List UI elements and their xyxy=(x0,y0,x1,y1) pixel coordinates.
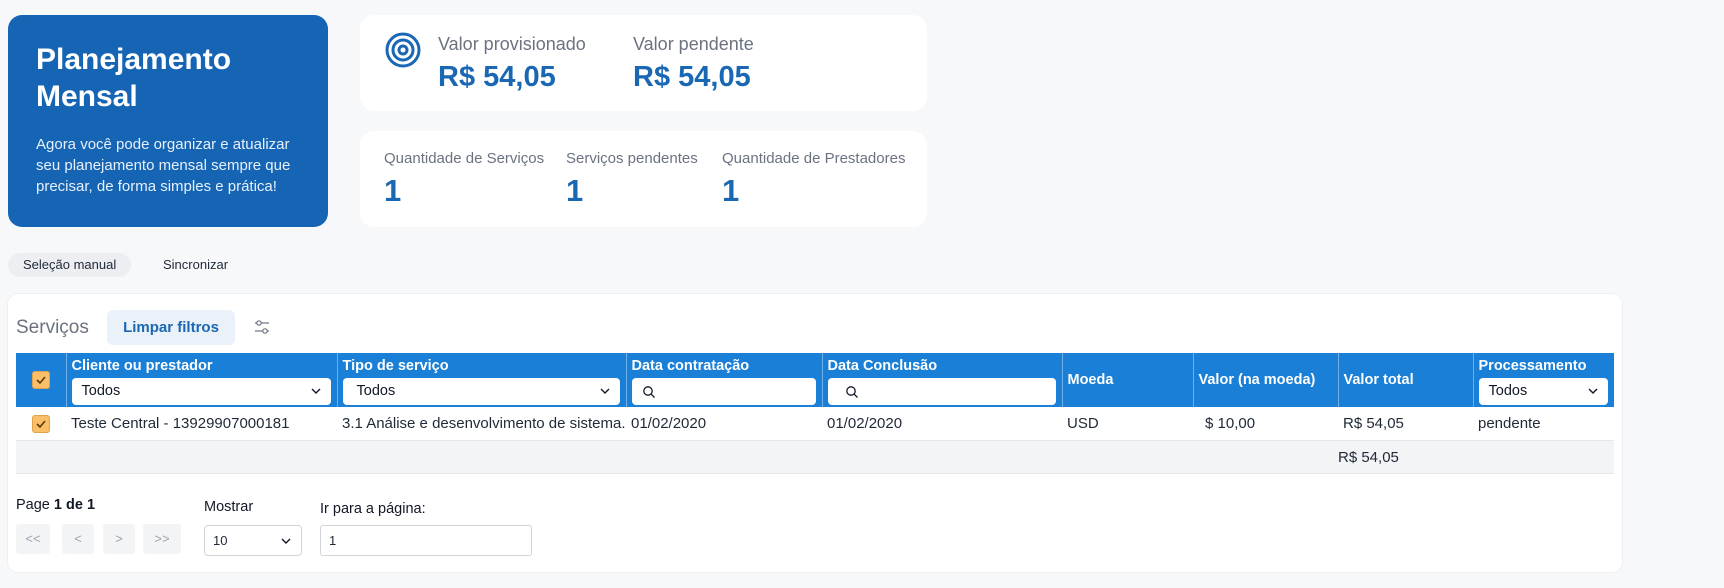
services-table: Cliente ou prestador Todos Tipo de servi… xyxy=(16,353,1614,474)
sync-button[interactable]: Sincronizar xyxy=(148,253,243,277)
hero-description-line1: Agora você pode organizar e atualizar xyxy=(36,136,290,153)
cell-completion-date: 01/02/2020 xyxy=(822,407,1062,441)
first-page-button[interactable]: << xyxy=(16,524,50,554)
page-prefix: Page xyxy=(16,497,50,513)
header-completion-date: Data Conclusão xyxy=(822,353,1063,407)
cell-value-currency: $ 10,00 xyxy=(1193,407,1338,441)
totals-row: R$ 54,05 xyxy=(16,440,1614,474)
totals-spacer xyxy=(626,440,822,474)
hero-card: Planejamento Mensal Agora você pode orga… xyxy=(8,15,328,227)
totals-spacer xyxy=(1062,440,1193,474)
check-icon xyxy=(36,420,46,428)
hero-description: Agora você pode organizar e atualizar se… xyxy=(36,134,300,197)
totals-spacer xyxy=(16,440,66,474)
cell-currency: USD xyxy=(1062,407,1193,441)
goto-label: Ir para a página: xyxy=(320,501,426,517)
services-panel: Serviços Limpar filtros Cliente ou prest… xyxy=(8,294,1622,572)
header-completion-date-label: Data Conclusão xyxy=(827,358,938,374)
last-page-button[interactable]: >> xyxy=(143,524,181,554)
client-filter-select[interactable]: Todos xyxy=(71,378,331,405)
chevron-down-icon xyxy=(600,388,609,394)
filter-settings-icon[interactable] xyxy=(254,319,270,335)
hero-description-line2: seu planejamento mensal sempre que xyxy=(36,157,291,174)
clear-filters-button[interactable]: Limpar filtros xyxy=(107,310,235,345)
service-type-filter-value: Todos xyxy=(356,383,396,399)
header-processing: Processamento Todos xyxy=(1473,353,1614,407)
panel-title: Serviços xyxy=(16,317,89,338)
header-service-type: Tipo de serviço Todos xyxy=(337,353,627,407)
pending-value: R$ 54,05 xyxy=(633,61,751,93)
select-all-checkbox[interactable] xyxy=(32,371,51,389)
header-contract-date-label: Data contratação xyxy=(631,358,750,374)
provisioned-value: R$ 54,05 xyxy=(438,61,556,93)
manual-selection-button[interactable]: Seleção manual xyxy=(8,253,132,277)
header-processing-label: Processamento xyxy=(1478,358,1587,374)
chevron-down-icon xyxy=(311,388,320,394)
header-value-currency: Valor (na moeda) xyxy=(1193,353,1339,407)
target-icon xyxy=(385,32,421,68)
provisioned-label: Valor provisionado xyxy=(438,34,586,54)
search-icon xyxy=(845,386,858,398)
show-label: Mostrar xyxy=(204,499,254,515)
hero-description-line3: precisar, de forma simples e prática! xyxy=(36,178,277,195)
services-count-label: Quantidade de Serviços xyxy=(384,150,545,167)
page-count: 1 de 1 xyxy=(53,497,96,513)
header-currency: Moeda xyxy=(1062,353,1194,407)
hero-title: Planejamento Mensal xyxy=(36,41,300,115)
header-row: Cliente ou prestador Todos Tipo de servi… xyxy=(16,353,1614,407)
processing-filter-select[interactable]: Todos xyxy=(1478,378,1608,405)
cell-client: Teste Central - 13929907000181 xyxy=(66,407,337,441)
search-icon xyxy=(642,386,655,398)
chevron-down-icon xyxy=(1588,388,1598,394)
page-size-select[interactable]: 10 xyxy=(204,525,302,556)
hero-title-line1: Planejamento xyxy=(36,43,232,76)
services-count-value: 1 xyxy=(384,173,402,208)
header-client-label: Cliente ou prestador xyxy=(71,358,213,374)
cell-total-value: R$ 54,05 xyxy=(1338,407,1473,441)
cell-processing: pendente xyxy=(1473,407,1614,441)
goto-page-input[interactable]: 1 xyxy=(320,525,532,556)
row-select-cell[interactable] xyxy=(16,407,66,441)
footer-total-value: R$ 54,05 xyxy=(1338,440,1473,474)
completion-date-search[interactable] xyxy=(827,378,1056,405)
client-filter-value: Todos xyxy=(81,383,121,399)
page-size-value: 10 xyxy=(213,533,228,548)
header-client: Cliente ou prestador Todos xyxy=(66,353,338,407)
providers-count-label: Quantidade de Prestadores xyxy=(722,150,906,167)
cell-contract-date: 01/02/2020 xyxy=(626,407,822,441)
totals-spacer xyxy=(337,440,626,474)
service-type-filter-select[interactable]: Todos xyxy=(342,378,620,405)
pending-services-value: 1 xyxy=(566,173,584,208)
table-row[interactable]: Teste Central - 13929907000181 3.1 Análi… xyxy=(16,407,1614,441)
row-checkbox[interactable] xyxy=(32,414,50,433)
page-info: Page 1 de 1 xyxy=(16,497,95,513)
processing-filter-value: Todos xyxy=(1488,383,1528,399)
chevron-down-icon xyxy=(281,538,291,544)
header-select-all[interactable] xyxy=(16,353,67,407)
counts-card: Quantidade de Serviços 1 Serviços penden… xyxy=(360,131,927,227)
prev-page-button[interactable]: < xyxy=(62,524,94,554)
pending-value-label: Valor pendente xyxy=(633,34,754,54)
header-total-value: Valor total xyxy=(1338,353,1474,407)
hero-title-line2: Mensal xyxy=(36,80,138,113)
header-contract-date: Data contratação xyxy=(626,353,823,407)
totals-spacer xyxy=(1473,440,1614,474)
values-card: Valor provisionado R$ 54,05 Valor penden… xyxy=(360,15,927,111)
providers-count-value: 1 xyxy=(722,173,740,208)
check-icon xyxy=(36,376,46,385)
next-page-button[interactable]: > xyxy=(103,524,135,554)
contract-date-search[interactable] xyxy=(631,378,816,405)
header-service-type-label: Tipo de serviço xyxy=(342,358,449,374)
pending-services-label: Serviços pendentes xyxy=(566,150,698,167)
totals-spacer xyxy=(1193,440,1338,474)
totals-spacer xyxy=(66,440,337,474)
totals-spacer xyxy=(822,440,1062,474)
cell-service-type: 3.1 Análise e desenvolvimento de sistema… xyxy=(337,407,626,441)
